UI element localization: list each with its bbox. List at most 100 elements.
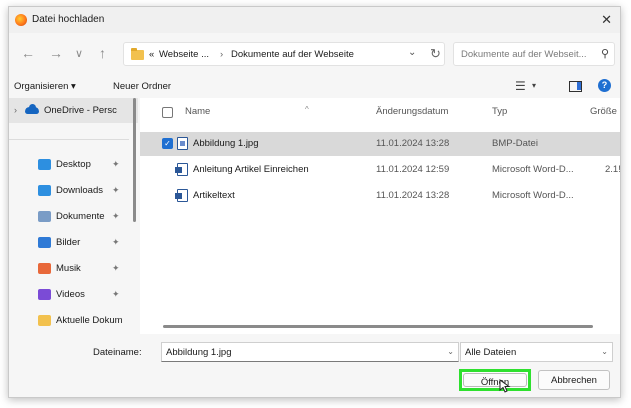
file-type: Microsoft Word-D...: [492, 190, 574, 201]
organize-menu[interactable]: Organisieren ▾: [14, 81, 76, 92]
sidebar-item-label: Downloads: [56, 185, 103, 196]
documents-icon: [38, 211, 51, 222]
select-all-checkbox[interactable]: [162, 107, 173, 118]
pin-icon[interactable]: ✦: [112, 211, 120, 222]
file-name: Anleitung Artikel Einreichen: [193, 164, 309, 175]
command-bar: Organisieren ▾ Neuer Ordner ☰ ▾ ?: [9, 76, 620, 98]
breadcrumb-separator: ›: [220, 49, 224, 60]
folder-icon: [131, 48, 144, 60]
recent-locations-button[interactable]: ∨: [75, 47, 83, 61]
window-title: Datei hochladen: [32, 14, 105, 25]
close-button[interactable]: ✕: [601, 12, 612, 28]
pin-icon[interactable]: ✦: [112, 237, 120, 248]
pin-icon[interactable]: ✦: [112, 159, 120, 170]
cancel-button[interactable]: Abbrechen: [538, 370, 610, 390]
back-button[interactable]: ←: [21, 46, 35, 60]
pictures-icon: [38, 237, 51, 248]
row-checkbox[interactable]: ✓: [162, 138, 173, 149]
up-button[interactable]: ↑: [99, 46, 106, 60]
word-document-icon: [175, 189, 188, 202]
file-type: Microsoft Word-D...: [492, 164, 574, 175]
sidebar-item-label: Videos: [56, 289, 85, 300]
file-date: 11.01.2024 13:28: [376, 190, 450, 201]
file-type-value: Alle Dateien: [465, 347, 517, 358]
sidebar-item-dokumente[interactable]: Dokumente ✦: [9, 207, 131, 227]
file-date: 11.01.2024 12:59: [376, 164, 450, 175]
forward-button[interactable]: →: [49, 46, 63, 60]
file-row[interactable]: Artikeltext 11.01.2024 13:28 Microsoft Wor…: [140, 184, 620, 208]
sidebar-item-label: Desktop: [56, 159, 91, 170]
sidebar-item-bilder[interactable]: Bilder ✦: [9, 233, 131, 253]
open-button-label: Öffnen: [480, 377, 510, 388]
column-header-size[interactable]: Größe: [590, 106, 617, 117]
breadcrumb-webseite[interactable]: Webseite ...: [159, 49, 209, 60]
expand-chevron-icon[interactable]: ›: [14, 105, 17, 115]
view-options-icon[interactable]: ☰: [515, 79, 526, 93]
file-name: Artikeltext: [193, 190, 235, 201]
image-file-icon: [177, 137, 188, 150]
pin-icon[interactable]: ✦: [112, 263, 120, 274]
chevron-down-icon[interactable]: ⌄: [601, 347, 608, 356]
breadcrumb-dokumente[interactable]: Dokumente auf der Webseite: [231, 49, 354, 60]
file-list: Name ^ Änderungsdatum Typ Größe ✓ Abbildun…: [140, 98, 621, 334]
word-document-icon: [175, 163, 188, 176]
sidebar-item-downloads[interactable]: Downloads ✦: [9, 181, 131, 201]
file-type: BMP-Datei: [492, 138, 538, 149]
refresh-button[interactable]: ↻: [430, 46, 441, 62]
search-placeholder: Dokumente auf der Webseit...: [461, 49, 587, 60]
firefox-icon: [15, 14, 27, 26]
preview-pane-icon[interactable]: [569, 81, 582, 92]
file-date: 11.01.2024 13:28: [376, 138, 450, 149]
sidebar-item-label: Aktuelle Dokum: [56, 315, 123, 326]
new-folder-button[interactable]: Neuer Ordner: [113, 81, 171, 92]
column-header-date[interactable]: Änderungsdatum: [376, 106, 448, 117]
mouse-cursor-icon: [499, 379, 511, 393]
column-header-name[interactable]: Name ^: [185, 105, 309, 117]
sidebar-item-onedrive[interactable]: › OneDrive - Persc: [9, 98, 138, 123]
open-button[interactable]: Öffnen: [459, 369, 531, 391]
navigation-bar: ← → ∨ ↑ « Webseite ... › Dokumente auf d…: [9, 39, 620, 69]
sidebar-item-desktop[interactable]: Desktop ✦: [9, 155, 131, 175]
search-box[interactable]: Dokumente auf der Webseit... ⚲: [453, 42, 615, 66]
sidebar-item-label: OneDrive - Persc: [44, 105, 117, 116]
pin-icon[interactable]: ✦: [112, 185, 120, 196]
filename-label: Dateiname:: [93, 347, 142, 358]
pin-icon[interactable]: ✦: [112, 289, 120, 300]
chevron-down-icon[interactable]: ⌄: [447, 347, 454, 356]
sidebar-item-label: Musik: [56, 263, 81, 274]
help-icon[interactable]: ?: [598, 79, 611, 92]
file-row[interactable]: ✓ Abbildung 1.jpg 11.01.2024 13:28 BMP-Date…: [140, 132, 620, 156]
chevron-down-icon[interactable]: ▾: [532, 81, 536, 90]
file-upload-dialog: Datei hochladen ✕ ← → ∨ ↑ « Webseite ...…: [8, 6, 621, 398]
desktop-icon: [38, 159, 51, 170]
filename-value: Abbildung 1.jpg: [166, 347, 232, 358]
sort-arrow-icon: ^: [305, 105, 309, 114]
sidebar-item-label: Bilder: [56, 237, 81, 248]
open-button-face[interactable]: Öffnen: [463, 373, 527, 388]
horizontal-scrollbar[interactable]: [163, 325, 593, 328]
cancel-button-label: Abbrechen: [551, 375, 597, 386]
sidebar-divider: [9, 139, 129, 140]
search-icon: ⚲: [600, 48, 609, 60]
folder-icon: [38, 315, 51, 326]
sidebar-scrollbar[interactable]: [133, 98, 136, 222]
address-bar[interactable]: « Webseite ... › Dokumente auf der Webse…: [123, 42, 445, 66]
sidebar-item-videos[interactable]: Videos ✦: [9, 285, 131, 305]
address-dropdown-icon[interactable]: ⌄: [408, 47, 416, 58]
file-row[interactable]: Anleitung Artikel Einreichen 11.01.2024 1…: [140, 158, 621, 182]
download-icon: [38, 185, 51, 196]
videos-icon: [38, 289, 51, 300]
sidebar-item-aktuelle-dokum[interactable]: Aktuelle Dokum: [9, 311, 131, 331]
breadcrumb-overflow[interactable]: «: [149, 49, 154, 60]
music-icon: [38, 263, 51, 274]
filename-input[interactable]: Abbildung 1.jpg ⌄: [161, 342, 459, 362]
dialog-footer: Dateiname: Abbildung 1.jpg ⌄ Alle Dateie…: [9, 334, 620, 398]
title-bar: Datei hochladen ✕: [9, 7, 620, 33]
navigation-pane: › OneDrive - Persc Desktop ✦ Downloads ✦ Dok…: [9, 98, 139, 334]
file-type-select[interactable]: Alle Dateien ⌄: [460, 342, 613, 362]
file-size: 2.1!: [605, 164, 621, 175]
sidebar-item-label: Dokumente: [56, 211, 105, 222]
sidebar-item-musik[interactable]: Musik ✦: [9, 259, 131, 279]
column-header-type[interactable]: Typ: [492, 106, 507, 117]
cloud-icon: [25, 104, 39, 114]
